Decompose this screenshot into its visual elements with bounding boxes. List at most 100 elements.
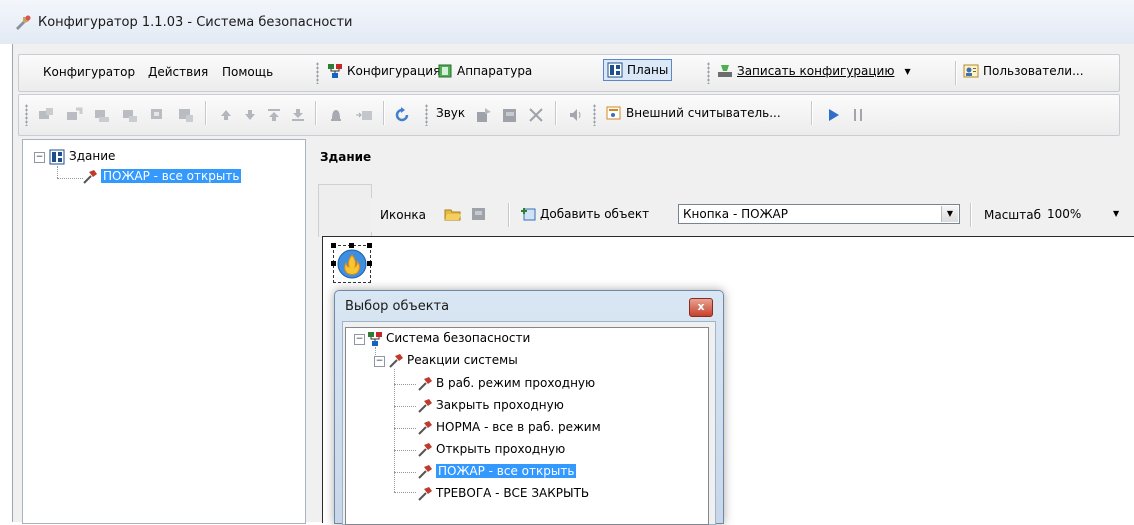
plan-tab[interactable] [318, 184, 372, 237]
clear-icon-button[interactable] [470, 205, 488, 223]
tree-node-security-system[interactable]: Система безопасности [386, 331, 530, 345]
hammer-action-icon [418, 377, 432, 391]
dropdown-arrow-icon[interactable]: ▼ [904, 67, 910, 76]
network-config-icon [328, 64, 342, 78]
move-up-icon[interactable] [217, 106, 235, 124]
tree-node-building[interactable]: Здание [69, 149, 115, 163]
toolbar-separator [508, 203, 510, 227]
tree-item-reaction[interactable]: НОРМА - все в раб. режим [436, 420, 601, 434]
resize-handle[interactable] [367, 243, 372, 248]
menu-toolbar-row: Конфигуратор Действия Помощь Конфигураци… [18, 54, 1120, 92]
tree-item-reaction[interactable]: ТРЕВОГА - ВСЕ ЗАКРЫТЬ [436, 486, 589, 500]
add-object-label: Добавить объект [540, 207, 650, 221]
fire-button-object[interactable] [331, 243, 372, 283]
hammer-action-icon [418, 399, 432, 413]
copy-node-icon[interactable] [149, 106, 167, 124]
paste-node-icon[interactable] [177, 106, 195, 124]
tree-item-reaction[interactable]: В раб. режим проходную [436, 376, 595, 390]
toolbar-separator [383, 101, 385, 125]
hammer-action-icon [418, 443, 432, 457]
tree-item-reaction[interactable]: Открыть проходную [436, 442, 565, 456]
external-reader-label: Внешний считыватель... [626, 106, 781, 120]
tree-node-fire-open-all[interactable]: ПОЖАР - все открыть [101, 169, 242, 183]
resize-handle[interactable] [367, 261, 372, 266]
building-tree-panel: − Здание ПОЖАР - все открыть [22, 139, 306, 524]
tree-collapse-toggle[interactable]: − [374, 356, 385, 367]
edit-toolbar-row: Звук Внешний считыватель... [18, 94, 1120, 136]
remove-node-icon[interactable] [121, 106, 139, 124]
sound-play-icon[interactable] [475, 106, 493, 124]
plans-icon [49, 149, 65, 165]
plans-button[interactable]: Планы [603, 59, 673, 81]
add-node-icon[interactable] [37, 106, 55, 124]
toolbar-separator [955, 61, 957, 85]
resize-handle[interactable] [331, 243, 336, 248]
configuration-button[interactable]: Конфигурация [327, 63, 440, 79]
hammer-action-icon [389, 354, 403, 368]
move-bottom-icon[interactable] [289, 106, 307, 124]
plan-header: Здание [320, 150, 372, 164]
dialog-title: Выбор объекта [345, 299, 450, 314]
add-object-icon [521, 208, 536, 221]
icon-label: Иконка [380, 208, 427, 222]
bell-icon[interactable] [327, 106, 345, 124]
tree-collapse-toggle[interactable]: − [354, 334, 365, 345]
plans-label: Планы [627, 63, 669, 77]
hardware-icon [438, 64, 452, 78]
play-icon[interactable] [824, 106, 842, 124]
write-config-icon [718, 65, 732, 77]
plan-toolbar: Иконка Добавить объект Кнопка - ПОЖАР ▼ … [370, 198, 1134, 232]
add-object-button[interactable]: Добавить объект [520, 206, 649, 222]
tree-node-system-reactions[interactable]: Реакции системы [407, 353, 518, 367]
move-top-icon[interactable] [265, 106, 283, 124]
toolbar-grip[interactable] [425, 104, 428, 126]
hammer-action-icon [418, 465, 432, 479]
tree-item-reaction[interactable]: Закрыть проходную [436, 398, 564, 412]
toolbar-separator [205, 101, 207, 125]
toolbar-separator [555, 101, 557, 125]
tree-item-reaction-selected[interactable]: ПОЖАР - все открыть [436, 464, 577, 478]
delete-icon[interactable] [527, 106, 545, 124]
users-button[interactable]: Пользователи... [963, 63, 1084, 79]
fire-icon [337, 249, 367, 279]
hammer-action-icon [418, 487, 432, 501]
toolbar-grip[interactable] [25, 104, 28, 126]
configurator-app-icon [16, 15, 31, 30]
resize-handle[interactable] [349, 243, 354, 248]
toolbar-grip[interactable] [593, 104, 596, 126]
menu-help[interactable]: Помощь [222, 65, 273, 79]
external-reader-icon [606, 106, 621, 120]
close-icon[interactable]: x [689, 298, 713, 317]
toolbar-grip[interactable] [707, 62, 710, 84]
network-config-icon [368, 332, 382, 346]
speaker-icon[interactable] [567, 106, 585, 124]
object-type-select[interactable]: Кнопка - ПОЖАР ▼ [678, 204, 960, 224]
sound-stop-icon[interactable] [501, 106, 519, 124]
hardware-button[interactable]: Аппаратура [437, 63, 532, 79]
chevron-down-icon[interactable]: ▼ [941, 206, 958, 222]
hammer-action-icon [418, 421, 432, 435]
hammer-action-icon [83, 170, 97, 184]
add-child-icon[interactable] [65, 106, 83, 124]
add-sibling-icon[interactable] [93, 106, 111, 124]
write-config-button[interactable]: Записать конфигурацию ▼ [717, 63, 911, 79]
write-config-label: Записать конфигурацию [737, 64, 895, 78]
move-down-icon[interactable] [241, 106, 259, 124]
scale-value: 100% [1047, 207, 1082, 221]
object-type-value: Кнопка - ПОЖАР [683, 207, 788, 221]
add-tab-icon[interactable] [355, 106, 373, 124]
menu-configurator[interactable]: Конфигуратор [43, 65, 135, 79]
resize-handle[interactable] [331, 261, 336, 266]
refresh-icon[interactable] [393, 106, 411, 124]
sound-label: Звук [436, 106, 466, 120]
chevron-down-icon[interactable]: ▼ [1113, 209, 1119, 218]
scale-select[interactable]: 100% ▼ [1043, 206, 1134, 226]
toolbar-grip[interactable] [316, 62, 319, 84]
toolbar-separator [970, 203, 972, 227]
open-folder-icon[interactable] [444, 205, 462, 223]
tree-collapse-toggle[interactable]: − [34, 152, 45, 163]
toolbar-separator [315, 101, 317, 125]
external-reader-button[interactable]: Внешний считыватель... [606, 105, 781, 121]
menu-actions[interactable]: Действия [148, 65, 208, 79]
pause-icon[interactable] [849, 106, 867, 124]
